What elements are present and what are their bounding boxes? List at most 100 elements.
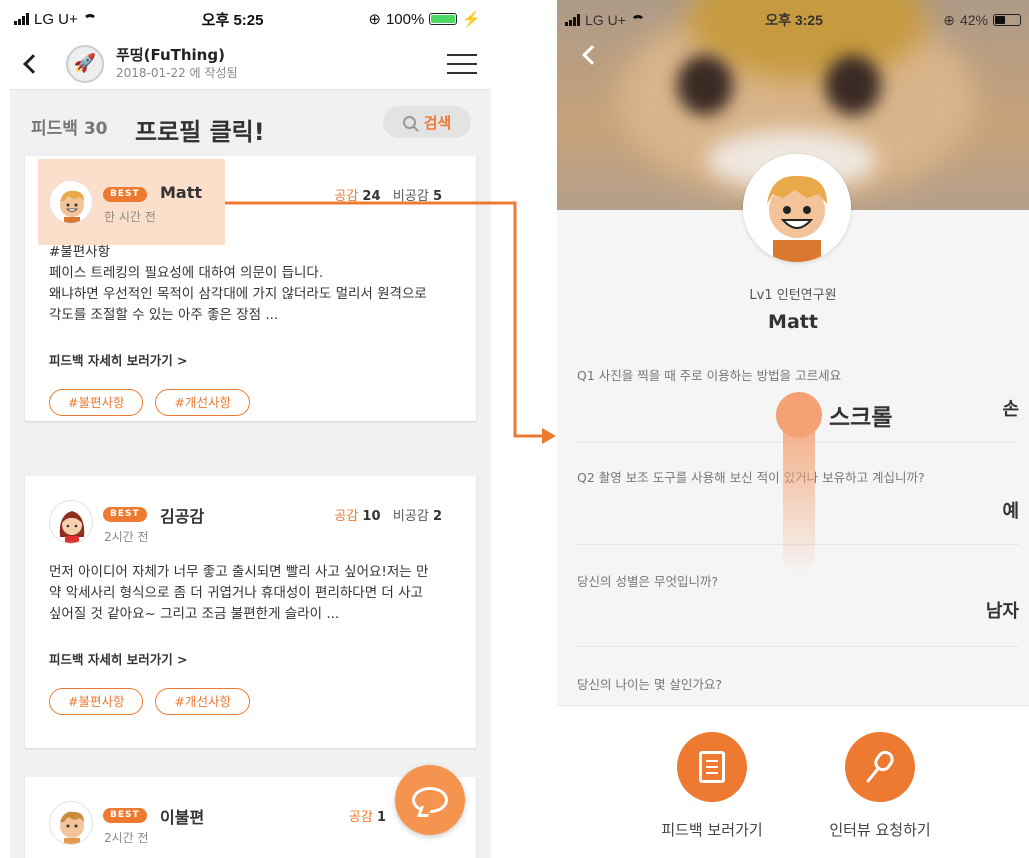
rocket-logo-icon: 🚀 bbox=[66, 44, 104, 83]
write-feedback-fab[interactable] bbox=[395, 765, 465, 835]
tag-list: #불편사항 #개선사항 bbox=[25, 688, 476, 715]
post-time: 2시간 전 bbox=[104, 530, 149, 544]
best-badge: BEST bbox=[103, 808, 147, 823]
carrier-label: LG U+ bbox=[34, 10, 78, 28]
tag-chip[interactable]: #불편사항 bbox=[49, 688, 144, 715]
microphone-icon bbox=[866, 750, 894, 783]
vote-counts: 공감 24 비공감 5 bbox=[334, 185, 442, 204]
app-bar: 🚀 푸띵(FuThing) 2018-01-22 에 작성됨 bbox=[10, 38, 491, 90]
agree-count: 10 bbox=[362, 509, 381, 524]
rotation-lock-icon: ⊕ bbox=[368, 11, 381, 28]
feedback-count: 피드백 30 bbox=[31, 119, 108, 139]
avatar[interactable] bbox=[49, 801, 93, 845]
disagree-label: 비공감 bbox=[392, 189, 429, 204]
status-right: ⊕ 42% bbox=[943, 12, 1021, 29]
view-feedback-label[interactable]: 피드백 보러가기 bbox=[632, 819, 792, 840]
body-line: #불편사항 bbox=[49, 244, 110, 260]
list-header: 피드백 30 프로필 클릭! 검색 bbox=[10, 90, 491, 156]
disagree-count: 2 bbox=[432, 509, 442, 524]
back-icon[interactable] bbox=[582, 45, 602, 65]
document-icon bbox=[699, 751, 725, 783]
screenshot-stage: LG U+ 오후 5:25 ⊕ 100% ⚡ 🚀 푸띵(FuThing) 201… bbox=[0, 0, 1029, 858]
body-line: 먼저 아이디어 자체가 너무 좋고 출시되면 빨리 사고 싶어요!저는 만 bbox=[49, 564, 429, 580]
disagree-count: 5 bbox=[432, 189, 442, 204]
profile-click-annotation: 프로필 클릭! bbox=[135, 118, 265, 146]
carrier-signal: LG U+ bbox=[14, 11, 97, 28]
charging-icon: ⚡ bbox=[462, 11, 481, 28]
profile-name: Matt bbox=[768, 311, 818, 333]
search-label: 검색 bbox=[423, 113, 452, 132]
author-name[interactable]: Matt bbox=[160, 183, 202, 202]
survey-answer: 손 bbox=[1002, 399, 1019, 420]
tag-chip[interactable]: #개선사항 bbox=[155, 389, 250, 416]
wifi-icon bbox=[630, 15, 645, 25]
status-bar: LG U+ 오후 5:25 ⊕ 100% ⚡ bbox=[10, 0, 491, 38]
detail-link[interactable]: 피드백 자세히 보러가기 > bbox=[25, 649, 476, 668]
chat-bubble-icon bbox=[412, 787, 448, 813]
feedback-card[interactable]: BEST 김공감 2시간 전 공감 10 비공감 2 먼저 아이디어 자체가 너… bbox=[25, 476, 476, 748]
profile-detail-screen: LG U+ 오후 3:25 ⊕ 42% Lv1 인턴연구원 Matt Q1 사진… bbox=[557, 0, 1029, 858]
carrier-label: LG U+ bbox=[585, 12, 626, 28]
profile-action-bar: 피드백 보러가기 인터뷰 요청하기 bbox=[557, 705, 1029, 858]
search-icon bbox=[402, 115, 416, 129]
avatar[interactable] bbox=[49, 500, 93, 544]
agree-count: 1 bbox=[376, 810, 386, 825]
request-interview-label[interactable]: 인터뷰 요청하기 bbox=[800, 819, 960, 840]
body-line: 싶어질 것 같아요~ 그리고 조금 불편한게 슬라이 ... bbox=[49, 606, 340, 622]
survey-answer: 남자 bbox=[985, 601, 1019, 622]
status-time: 오후 3:25 bbox=[765, 12, 823, 28]
author-name[interactable]: 이불편 bbox=[160, 804, 204, 828]
search-button[interactable]: 검색 bbox=[383, 106, 471, 138]
rotation-lock-icon: ⊕ bbox=[943, 11, 955, 28]
agree-count: 24 bbox=[362, 189, 381, 204]
carrier-signal: LG U+ bbox=[565, 12, 645, 28]
battery-icon bbox=[992, 14, 1021, 26]
vote-counts: 공감 10 비공감 2 bbox=[334, 505, 442, 524]
battery-icon bbox=[429, 13, 458, 25]
body-line: 각도를 조절할 수 있는 아주 좋은 장점 ... bbox=[49, 307, 279, 323]
vote-counts: 공감 1 bbox=[349, 806, 386, 825]
card-header: BEST Matt 한 시간 전 공감 24 비공감 5 bbox=[25, 156, 476, 245]
app-created-date: 2018-01-22 에 작성됨 bbox=[116, 66, 238, 80]
card-header: BEST 김공감 2시간 전 공감 10 비공감 2 bbox=[25, 476, 476, 556]
detail-link[interactable]: 피드백 자세히 보러가기 > bbox=[25, 350, 476, 369]
post-time: 2시간 전 bbox=[104, 831, 149, 845]
app-title: 푸띵(FuThing) bbox=[116, 46, 225, 64]
status-right: ⊕ 100% ⚡ bbox=[368, 10, 481, 29]
app-title-group: 푸띵(FuThing) 2018-01-22 에 작성됨 bbox=[116, 46, 238, 81]
feedback-body: #불편사항 페이스 트레킹의 필요성에 대하여 의문이 듭니다. 왜냐하면 우선… bbox=[25, 242, 476, 326]
body-line: 약 악세사리 형식으로 좀 더 귀엽거나 휴대성이 편리하다면 더 사고 bbox=[49, 585, 423, 601]
scroll-annotation: 스크롤 bbox=[829, 405, 893, 431]
agree-label: 공감 bbox=[334, 189, 359, 204]
feedback-list-screen: LG U+ 오후 5:25 ⊕ 100% ⚡ 🚀 푸띵(FuThing) 201… bbox=[10, 0, 491, 858]
request-interview-button[interactable] bbox=[845, 732, 915, 802]
tag-list: #불편사항 #개선사항 bbox=[25, 389, 476, 416]
signal-icon bbox=[565, 14, 580, 26]
body-line: 왜냐하면 우선적인 목적이 삼각대에 가지 않더라도 멀리서 원격으로 bbox=[49, 286, 427, 302]
status-bar: LG U+ 오후 3:25 ⊕ 42% bbox=[557, 8, 1029, 32]
tag-chip[interactable]: #개선사항 bbox=[155, 688, 250, 715]
status-time: 오후 5:25 bbox=[201, 11, 264, 29]
feedback-card[interactable]: BEST Matt 한 시간 전 공감 24 비공감 5 #불편사항 페이스 트… bbox=[25, 156, 476, 421]
hamburger-icon[interactable] bbox=[447, 53, 477, 74]
battery-percent: 42% bbox=[959, 12, 988, 28]
view-feedback-button[interactable] bbox=[677, 732, 747, 802]
battery-percent: 100% bbox=[385, 10, 425, 28]
best-badge: BEST bbox=[103, 507, 147, 522]
profile-level: Lv1 인턴연구원 bbox=[749, 288, 837, 303]
feedback-body: 먼저 아이디어 자체가 너무 좋고 출시되면 빨리 사고 싶어요!저는 만 약 … bbox=[25, 562, 476, 625]
scroll-gesture-trail bbox=[783, 415, 815, 575]
avatar[interactable] bbox=[49, 180, 93, 224]
survey-question: 당신의 나이는 몇 살인가요? bbox=[577, 677, 723, 692]
author-name[interactable]: 김공감 bbox=[160, 503, 204, 527]
post-time: 한 시간 전 bbox=[104, 210, 156, 224]
signal-icon bbox=[14, 13, 29, 25]
survey-answer: 예 bbox=[1002, 501, 1019, 522]
survey-question: Q1 사진을 찍을 때 주로 이용하는 방법을 고르세요 bbox=[577, 368, 842, 383]
survey-item: 당신의 성별은 무엇입니까? 남자 bbox=[577, 571, 1019, 647]
profile-avatar bbox=[743, 154, 851, 262]
tag-chip[interactable]: #불편사항 bbox=[49, 389, 144, 416]
back-icon[interactable] bbox=[23, 53, 43, 74]
agree-label: 공감 bbox=[348, 810, 373, 825]
disagree-label: 비공감 bbox=[392, 509, 429, 524]
